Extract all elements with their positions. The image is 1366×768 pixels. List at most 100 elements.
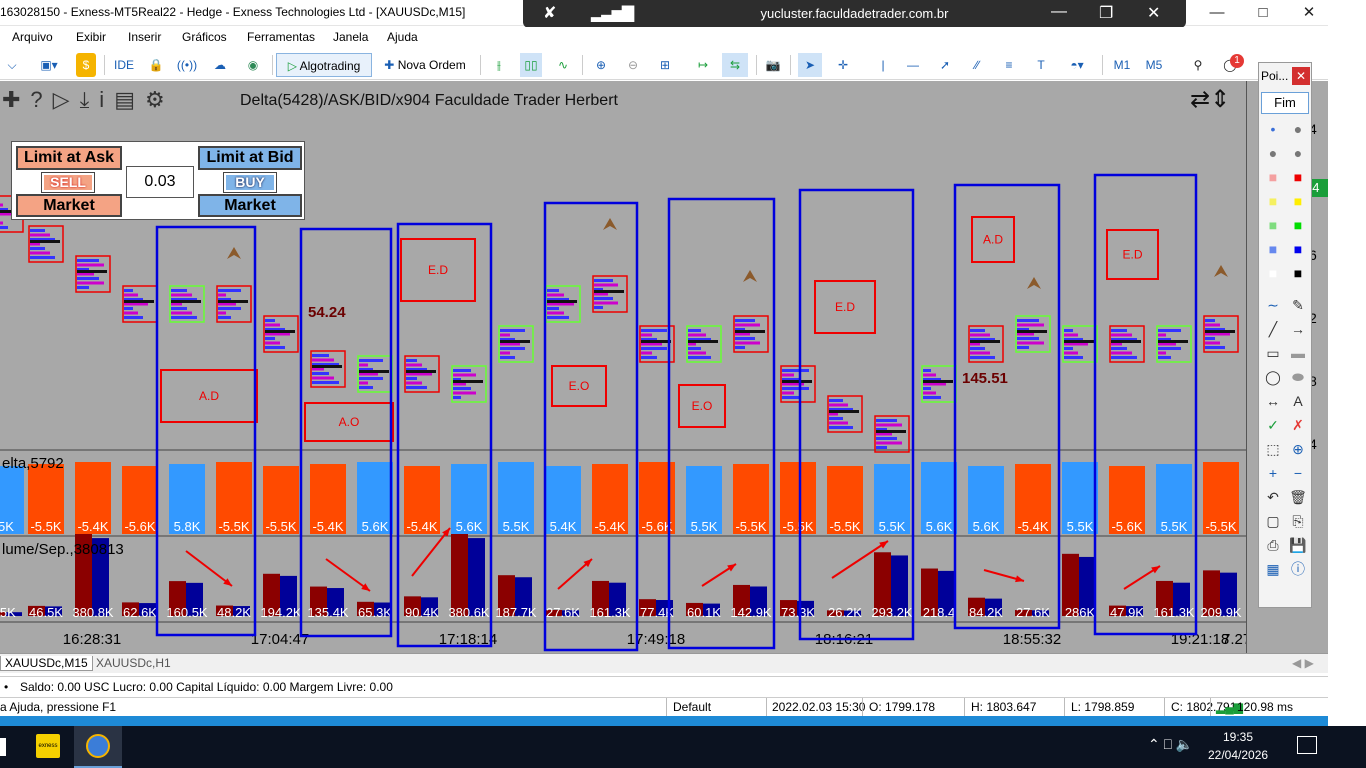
- plus-icon[interactable]: +: [1263, 463, 1283, 483]
- timeframe-m1[interactable]: M1: [1110, 53, 1134, 77]
- tab-scroll-icon[interactable]: ◀ ▶: [1292, 656, 1314, 670]
- zoom-out-icon[interactable]: ⊖: [622, 53, 644, 77]
- channel-icon[interactable]: ∕∕: [966, 53, 988, 77]
- filled-rect-icon[interactable]: ▬: [1288, 343, 1308, 363]
- rectangle-tool-icon[interactable]: ▭: [1263, 343, 1283, 363]
- sell-market-button[interactable]: Market: [16, 194, 122, 217]
- text-tool-icon[interactable]: A: [1288, 391, 1308, 411]
- menu-ferramentas[interactable]: Ferramentas: [247, 30, 315, 44]
- fim-button[interactable]: Fim: [1261, 92, 1309, 114]
- color-light-red[interactable]: ■: [1263, 167, 1283, 187]
- undo-icon[interactable]: ↶: [1263, 487, 1283, 507]
- buy-button[interactable]: BUY: [223, 172, 277, 193]
- image-icon[interactable]: ▦: [1263, 559, 1283, 579]
- color-white[interactable]: ■: [1263, 263, 1283, 283]
- close-icon[interactable]: ✕: [1286, 0, 1332, 26]
- status-profile[interactable]: Default: [673, 700, 711, 714]
- minus-icon[interactable]: −: [1288, 463, 1308, 483]
- ellipse-tool-icon[interactable]: ◯: [1263, 367, 1283, 387]
- grid-icon[interactable]: ⊞: [654, 53, 676, 77]
- remote-restore-icon[interactable]: ❐: [1099, 3, 1113, 23]
- dot-small-icon[interactable]: •: [1263, 119, 1283, 139]
- copy-icon[interactable]: ⎘: [1288, 511, 1308, 531]
- color-light-green[interactable]: ■: [1263, 215, 1283, 235]
- filled-ellipse-icon[interactable]: ⬬: [1288, 367, 1308, 387]
- color-yellow[interactable]: ■: [1288, 191, 1308, 211]
- curve-tool-icon[interactable]: ∼: [1263, 295, 1283, 315]
- minimize-icon[interactable]: —: [1194, 0, 1240, 26]
- selection-icon[interactable]: ⬚: [1263, 439, 1283, 459]
- trendline-icon[interactable]: ➚: [934, 53, 956, 77]
- ide-button[interactable]: IDE: [112, 53, 136, 77]
- double-arrow-icon[interactable]: ↔: [1263, 391, 1283, 411]
- dot-medium-icon[interactable]: ●: [1288, 119, 1308, 139]
- new-page-icon[interactable]: ▢: [1263, 511, 1283, 531]
- sell-button[interactable]: SELL: [41, 172, 95, 193]
- arrow-tool-icon[interactable]: →: [1288, 319, 1308, 339]
- lock-icon[interactable]: 🔒: [146, 53, 166, 77]
- screenshot-icon[interactable]: 📷: [762, 53, 784, 77]
- crosshair-icon[interactable]: ✛: [832, 53, 854, 77]
- lot-size-input[interactable]: 0.03: [126, 166, 194, 198]
- pencil-icon[interactable]: ✎: [1288, 295, 1308, 315]
- info-icon[interactable]: ⓘ: [1288, 559, 1308, 579]
- color-blue[interactable]: ■: [1288, 239, 1308, 259]
- menu-ajuda[interactable]: Ajuda: [387, 30, 418, 44]
- dollar-icon[interactable]: $: [76, 53, 96, 77]
- vertical-line-icon[interactable]: |: [872, 53, 894, 77]
- menu-exibir[interactable]: Exibir: [76, 30, 106, 44]
- autoscroll-icon[interactable]: ↦: [692, 53, 714, 77]
- market-icon[interactable]: ◉: [242, 53, 264, 77]
- horizontal-line-icon[interactable]: —: [902, 53, 924, 77]
- line-tool-icon[interactable]: ╱: [1263, 319, 1283, 339]
- dot-xlarge-icon[interactable]: ●: [1288, 143, 1308, 163]
- line-chart-icon[interactable]: ∿: [552, 53, 574, 77]
- cursor-icon[interactable]: ➤: [798, 53, 822, 77]
- cross-icon[interactable]: ✗: [1288, 415, 1308, 435]
- color-black[interactable]: ■: [1288, 263, 1308, 283]
- tab-xauusd-m15[interactable]: XAUUSDc,M15: [0, 656, 93, 671]
- tray-icons[interactable]: ⌃ ⎕ 🔈: [1148, 736, 1193, 753]
- print-icon[interactable]: ⎙: [1263, 535, 1283, 555]
- check-icon[interactable]: ✓: [1263, 415, 1283, 435]
- menu-graficos[interactable]: Gráficos: [182, 30, 227, 44]
- signal-wave-icon[interactable]: ((•)): [176, 53, 198, 77]
- start-icon[interactable]: [0, 738, 6, 756]
- text-icon[interactable]: T: [1030, 53, 1052, 77]
- taskbar-clock[interactable]: 19:35 22/04/2026: [1208, 728, 1268, 764]
- dropdown-icon[interactable]: ⌵: [2, 53, 22, 77]
- color-green[interactable]: ■: [1288, 215, 1308, 235]
- algotrading-button[interactable]: ▷ Algotrading: [276, 53, 372, 77]
- scroll-arrows-icon[interactable]: ⇄⇕: [1190, 85, 1230, 114]
- limit-bid-button[interactable]: Limit at Bid: [198, 146, 302, 170]
- zoom-tool-icon[interactable]: ⊕: [1288, 439, 1308, 459]
- timeframe-m5[interactable]: M5: [1142, 53, 1166, 77]
- remote-minimize-icon[interactable]: —: [1051, 3, 1067, 21]
- new-chart-icon[interactable]: ▣▾: [34, 53, 64, 77]
- mt5-taskbar-button[interactable]: [74, 726, 122, 768]
- tab-xauusd-h1[interactable]: XAUUSDc,H1: [92, 656, 175, 670]
- maximize-icon[interactable]: □: [1240, 0, 1286, 26]
- limit-ask-button[interactable]: Limit at Ask: [16, 146, 122, 170]
- chart-tools-icons[interactable]: ✚?▷⤓i▤⚙: [2, 87, 175, 113]
- candle-chart-icon[interactable]: ▯▯: [520, 53, 542, 77]
- cloud-icon[interactable]: ☁: [208, 53, 232, 77]
- buy-market-button[interactable]: Market: [198, 194, 302, 217]
- color-light-yellow[interactable]: ■: [1263, 191, 1283, 211]
- zoom-in-icon[interactable]: ⊕: [590, 53, 612, 77]
- shapes-icon[interactable]: ◓▾: [1060, 53, 1094, 77]
- color-light-blue[interactable]: ■: [1263, 239, 1283, 259]
- trash-icon[interactable]: 🗑: [1288, 487, 1308, 507]
- nova-ordem-button[interactable]: ✚ Nova Ordem: [378, 53, 472, 77]
- color-red[interactable]: ■: [1288, 167, 1308, 187]
- bar-chart-icon[interactable]: ⫲: [488, 53, 510, 77]
- save-icon[interactable]: 💾: [1288, 535, 1308, 555]
- menu-arquivo[interactable]: Arquivo: [12, 30, 53, 44]
- remote-close-icon[interactable]: ✕: [1147, 3, 1160, 23]
- chart-shift-icon[interactable]: ⇆: [722, 53, 748, 77]
- notification-center-icon[interactable]: [1297, 736, 1317, 754]
- drawing-panel-close-icon[interactable]: ✕: [1292, 67, 1310, 85]
- search-icon[interactable]: ⚲: [1188, 53, 1208, 77]
- menu-inserir[interactable]: Inserir: [128, 30, 161, 44]
- fibonacci-icon[interactable]: ≡: [998, 53, 1020, 77]
